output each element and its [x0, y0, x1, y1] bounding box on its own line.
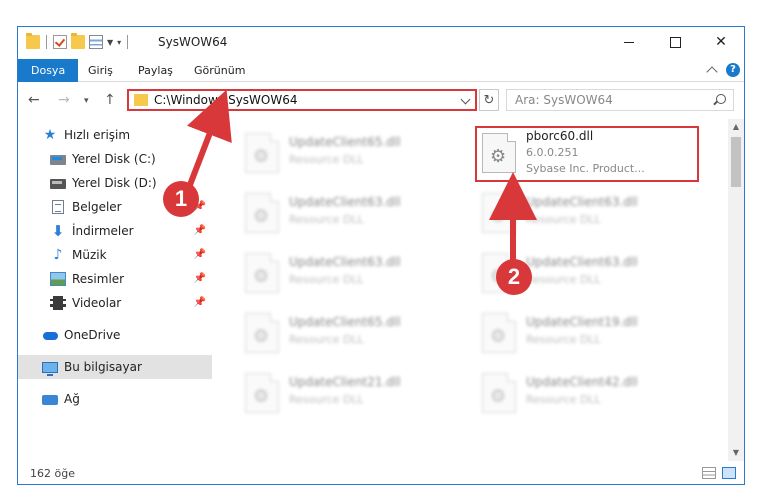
step-2-badge: 2 [496, 259, 532, 295]
arrow-step-1 [185, 89, 232, 192]
annotation-overlay [185, 89, 537, 262]
step-1-badge: 1 [163, 181, 199, 217]
